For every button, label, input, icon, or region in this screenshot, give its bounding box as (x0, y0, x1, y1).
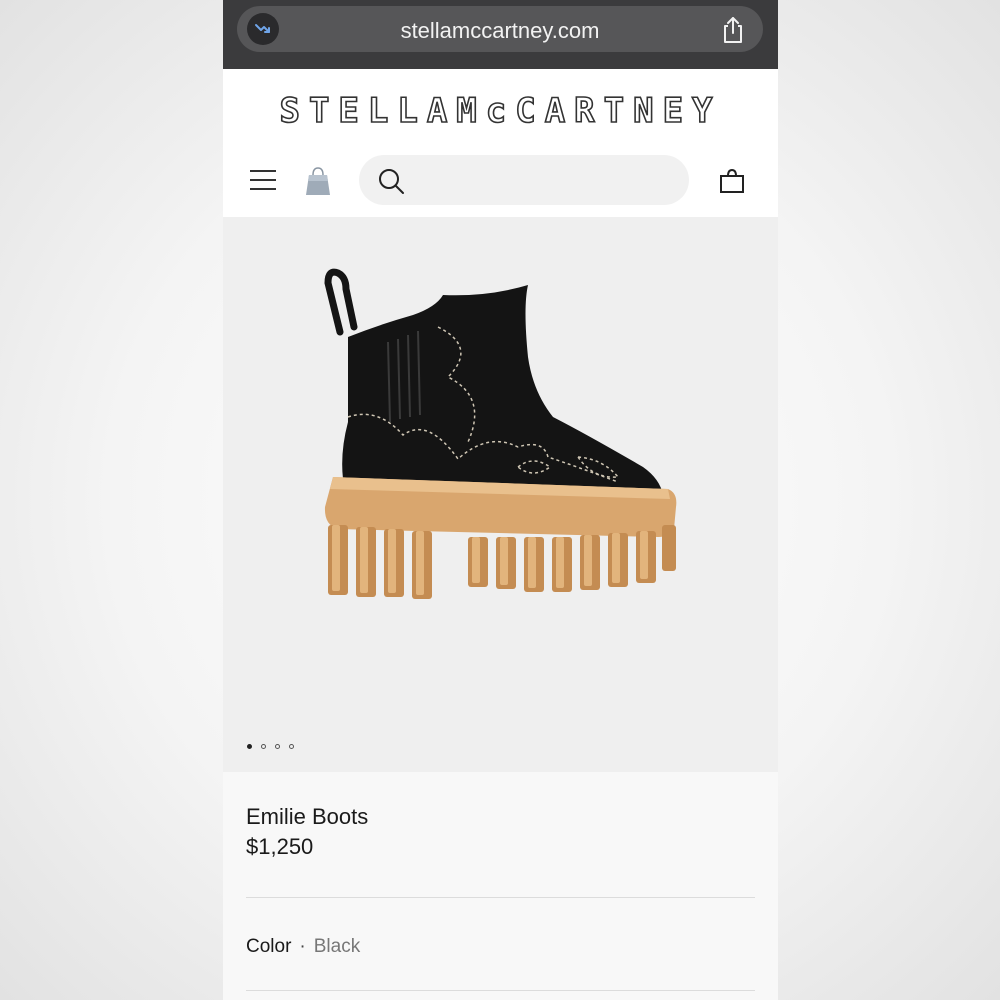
menu-icon[interactable] (250, 169, 276, 191)
divider (246, 990, 755, 991)
phone-screen: stellamccartney.com STELLAMcCARTNEY Emil… (223, 0, 778, 1000)
color-value: Black (313, 936, 361, 957)
browser-bar: stellamccartney.com (223, 0, 778, 69)
color-label: Color (246, 936, 292, 957)
site-header: STELLAMcCARTNEY (223, 69, 778, 217)
gallery-dot[interactable] (289, 744, 294, 749)
product-price: $1,250 (246, 834, 314, 859)
product-name: Emilie Boots (246, 804, 369, 829)
search-input[interactable] (415, 165, 669, 197)
product-info: Emilie Boots $1,250 Color · Black (223, 772, 778, 1000)
gallery-dot[interactable] (261, 744, 266, 749)
color-separator: · (299, 936, 306, 957)
search-icon[interactable] (377, 167, 405, 195)
address-bar[interactable]: stellamccartney.com (237, 6, 763, 52)
cart-icon[interactable] (719, 168, 745, 194)
gallery-dot[interactable] (247, 744, 252, 749)
gallery-dots (247, 744, 294, 749)
search-box[interactable] (359, 155, 689, 205)
gallery-dot[interactable] (275, 744, 280, 749)
brand-logo[interactable]: STELLAMcCARTNEY (223, 90, 778, 132)
url-text[interactable]: stellamccartney.com (237, 18, 763, 44)
bag-icon[interactable] (303, 165, 333, 197)
product-image[interactable] (318, 267, 683, 602)
color-selector[interactable]: Color · Black (246, 936, 360, 958)
share-icon[interactable] (719, 15, 747, 45)
divider (246, 897, 755, 898)
product-gallery[interactable] (223, 217, 778, 772)
